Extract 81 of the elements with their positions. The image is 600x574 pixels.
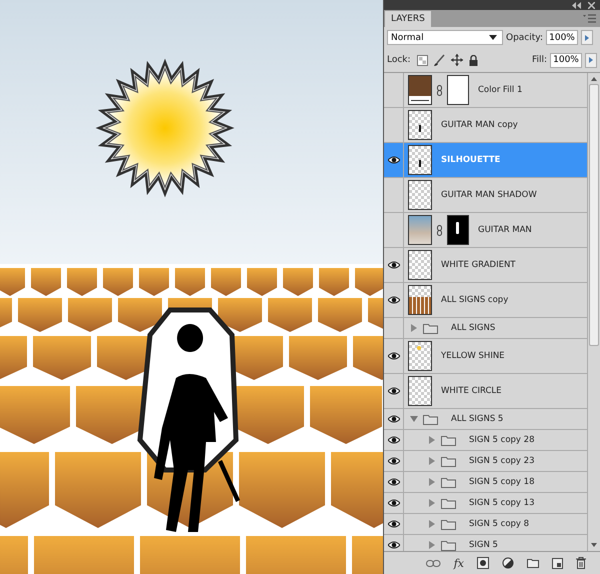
layer-row[interactable]: WHITE GRADIENT — [384, 248, 587, 283]
opacity-slider-button[interactable] — [581, 30, 593, 45]
layer-group-row[interactable]: SIGN 5 copy 13 — [384, 493, 587, 514]
layer-row[interactable]: ALL SIGNS copy — [384, 283, 587, 318]
layer-row[interactable]: Color Fill 1 — [384, 73, 587, 108]
opacity-field[interactable]: 100% — [546, 30, 578, 45]
folder-icon — [423, 322, 438, 334]
layer-thumbnail — [408, 145, 432, 175]
folder-icon — [441, 434, 456, 446]
folder-icon — [423, 414, 438, 424]
triangle-icon — [585, 34, 589, 40]
opacity-label: Opacity: — [506, 32, 543, 42]
layer-effects-button[interactable]: fx — [454, 556, 464, 570]
layer-name: GUITAR MAN SHADOW — [441, 190, 537, 200]
lock-icon[interactable] — [468, 54, 478, 66]
layer-thumbnail — [408, 110, 432, 140]
layer-name: ALL SIGNS copy — [441, 295, 508, 305]
layer-name: YELLOW SHINE — [441, 351, 505, 361]
layer-group-row[interactable]: SIGN 5 copy 18 — [384, 472, 587, 493]
layer-group-row[interactable]: SIGN 5 copy 28 — [384, 430, 587, 451]
layer-row[interactable]: WHITE CIRCLE — [384, 374, 587, 409]
caret-icon[interactable] — [489, 35, 497, 40]
move-icon[interactable] — [450, 54, 463, 66]
scrollbar-thumb[interactable] — [589, 84, 599, 346]
layer-thumbnail — [408, 215, 432, 245]
trash-icon[interactable] — [576, 557, 586, 569]
layer-name: SIGN 5 copy 18 — [469, 477, 534, 487]
scrollbar-track[interactable] — [587, 73, 600, 551]
layer-group-row[interactable]: SIGN 5 copy 23 — [384, 451, 587, 472]
layer-thumbnail — [408, 250, 432, 280]
layer-name: GUITAR MAN copy — [441, 120, 518, 130]
layer-thumbnail — [408, 376, 432, 406]
folder-icon — [441, 456, 456, 466]
layer-mask-thumbnail — [447, 215, 469, 245]
brush-icon[interactable] — [434, 54, 445, 66]
layer-thumbnail — [408, 180, 432, 210]
new-layer-icon[interactable] — [552, 558, 563, 568]
layer-thumbnail — [408, 341, 432, 371]
layer-group-row[interactable]: SIGN 5 copy 8 — [384, 514, 587, 535]
lock-label: Lock: — [387, 55, 411, 65]
layer-row[interactable]: YELLOW SHINE — [384, 339, 587, 374]
expanded-triangle-icon[interactable] — [410, 415, 418, 423]
folder-icon[interactable] — [527, 558, 539, 568]
folder-icon — [441, 498, 456, 508]
layer-name: WHITE GRADIENT — [441, 260, 516, 270]
layer-name: SIGN 5 copy 8 — [469, 519, 530, 529]
triangle-icon — [589, 57, 593, 63]
link-layers-icon[interactable] — [426, 560, 441, 566]
layer-row[interactable]: GUITAR MAN — [384, 213, 587, 248]
layer-group-row[interactable]: ALL SIGNS — [384, 318, 587, 339]
layer-name: ALL SIGNS — [451, 323, 496, 333]
panel-menu-icon[interactable] — [583, 14, 596, 23]
lock-transparency-icon[interactable] — [416, 54, 428, 66]
layer-thumbnail — [408, 285, 432, 315]
close-icon[interactable] — [588, 2, 595, 8]
folder-icon — [441, 518, 456, 530]
layer-mask-thumbnail — [447, 75, 469, 105]
layer-row[interactable]: GUITAR MAN SHADOW — [384, 178, 587, 213]
fill-slider-button[interactable] — [585, 52, 597, 68]
layer-name: Color Fill 1 — [478, 85, 522, 95]
layer-name: ALL SIGNS 5 — [451, 414, 504, 424]
layer-row[interactable]: GUITAR MAN copy — [384, 108, 587, 143]
fill-field[interactable]: 100% — [550, 52, 582, 68]
color-swatch-thumbnail — [408, 75, 432, 105]
blend-mode-dropdown[interactable]: Normal — [387, 30, 503, 45]
layer-name: GUITAR MAN — [478, 225, 532, 235]
layer-name: SIGN 5 — [469, 540, 498, 550]
layer-mask-icon[interactable] — [477, 557, 489, 569]
folder-icon — [441, 476, 456, 488]
layer-name: WHITE CIRCLE — [441, 386, 502, 396]
scroll-down-icon[interactable] — [591, 543, 597, 547]
layer-name: SIGN 5 copy 23 — [469, 456, 534, 466]
layer-name: SIGN 5 copy 28 — [469, 435, 534, 445]
layers-tab[interactable]: LAYERS — [385, 11, 431, 27]
layer-name: SIGN 5 copy 13 — [469, 498, 534, 508]
layer-name: SILHOUETTE — [441, 155, 500, 165]
fill-label: Fill: — [532, 55, 547, 65]
folder-icon — [441, 540, 456, 550]
layer-group-row[interactable]: ALL SIGNS 5 — [384, 409, 587, 430]
scroll-up-icon[interactable] — [591, 77, 597, 81]
adjustment-layer-icon[interactable] — [502, 557, 514, 569]
